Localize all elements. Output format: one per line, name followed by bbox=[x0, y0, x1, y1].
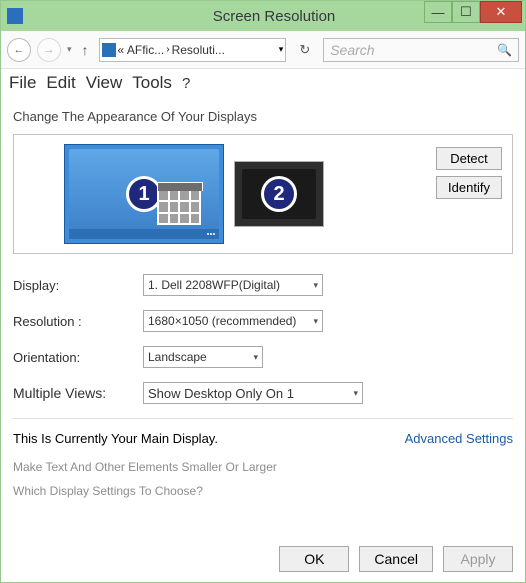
monitor-number-2: 2 bbox=[261, 176, 297, 212]
breadcrumb-current: Resoluti... bbox=[172, 43, 225, 57]
resolution-label: Resolution : bbox=[13, 314, 143, 329]
window: Screen Resolution — ☐ ✕ ← → ▾ ↑ « AFfic.… bbox=[0, 0, 526, 583]
monitor-1[interactable]: 1 bbox=[64, 144, 224, 244]
divider bbox=[13, 418, 513, 419]
search-input[interactable]: Search 🔍 bbox=[323, 38, 519, 62]
monitor-2[interactable]: 2 bbox=[234, 161, 324, 227]
breadcrumb-prefix: « AFfic... bbox=[118, 43, 165, 57]
text-size-link[interactable]: Make Text And Other Elements Smaller Or … bbox=[13, 460, 513, 474]
multiple-views-label: Multiple Views: bbox=[13, 385, 143, 401]
detect-button[interactable]: Detect bbox=[436, 147, 502, 170]
display-select[interactable]: 1. Dell 2208WFP(Digital) ▾ bbox=[143, 274, 323, 296]
titlebar: Screen Resolution — ☐ ✕ bbox=[1, 1, 525, 31]
apply-button[interactable]: Apply bbox=[443, 546, 513, 572]
section-heading: Change The Appearance Of Your Displays bbox=[13, 109, 513, 124]
app-icon bbox=[7, 8, 23, 24]
content-area: Change The Appearance Of Your Displays 1 bbox=[1, 97, 525, 582]
cancel-button[interactable]: Cancel bbox=[359, 546, 433, 572]
menu-file[interactable]: File bbox=[9, 73, 36, 93]
recent-dropdown-icon[interactable]: ▾ bbox=[67, 44, 72, 55]
menu-edit[interactable]: Edit bbox=[46, 73, 75, 93]
menu-help[interactable]: ? bbox=[182, 75, 190, 92]
resolution-value: 1680×1050 (recommended) bbox=[148, 314, 296, 328]
window-thumbnail-icon bbox=[157, 189, 201, 225]
address-dropdown-icon[interactable]: ▾ bbox=[279, 44, 284, 55]
chevron-down-icon: ▾ bbox=[353, 388, 358, 399]
identify-button[interactable]: Identify bbox=[436, 176, 502, 199]
footer-buttons: OK Cancel Apply bbox=[13, 532, 513, 572]
advanced-settings-link[interactable]: Advanced Settings bbox=[405, 431, 513, 446]
which-settings-link[interactable]: Which Display Settings To Choose? bbox=[13, 484, 513, 498]
orientation-value: Landscape bbox=[148, 350, 207, 364]
minimize-button[interactable]: — bbox=[424, 1, 452, 23]
chevron-right-icon: › bbox=[166, 44, 169, 55]
close-button[interactable]: ✕ bbox=[480, 1, 522, 23]
menu-tools[interactable]: Tools bbox=[132, 73, 172, 93]
forward-button[interactable]: → bbox=[37, 38, 61, 62]
display-value: 1. Dell 2208WFP(Digital) bbox=[148, 278, 280, 292]
window-controls: — ☐ ✕ bbox=[424, 1, 522, 23]
back-button[interactable]: ← bbox=[7, 38, 31, 62]
multiple-views-value: Show Desktop Only On 1 bbox=[148, 386, 294, 401]
menu-view[interactable]: View bbox=[86, 73, 123, 93]
main-display-text: This Is Currently Your Main Display. bbox=[13, 431, 218, 446]
settings-form: Display: 1. Dell 2208WFP(Digital) ▾ Reso… bbox=[13, 274, 513, 404]
address-bar[interactable]: « AFfic... › Resoluti... ▾ bbox=[99, 38, 287, 62]
maximize-button[interactable]: ☐ bbox=[452, 1, 480, 23]
refresh-button[interactable]: ↻ bbox=[292, 38, 317, 62]
orientation-label: Orientation: bbox=[13, 350, 143, 365]
toolbar: ← → ▾ ↑ « AFfic... › Resoluti... ▾ ↻ Sea… bbox=[1, 31, 525, 69]
search-placeholder: Search bbox=[330, 42, 374, 58]
up-button[interactable]: ↑ bbox=[78, 42, 93, 58]
chevron-down-icon: ▾ bbox=[313, 280, 318, 291]
additional-links: Make Text And Other Elements Smaller Or … bbox=[13, 460, 513, 498]
display-preview: 1 2 Dete bbox=[13, 134, 513, 254]
location-icon bbox=[102, 43, 116, 57]
display-label: Display: bbox=[13, 278, 143, 293]
ok-button[interactable]: OK bbox=[279, 546, 349, 572]
resolution-select[interactable]: 1680×1050 (recommended) ▾ bbox=[143, 310, 323, 332]
orientation-select[interactable]: Landscape ▾ bbox=[143, 346, 263, 368]
multiple-views-select[interactable]: Show Desktop Only On 1 ▾ bbox=[143, 382, 363, 404]
chevron-down-icon: ▾ bbox=[253, 352, 258, 363]
main-display-row: This Is Currently Your Main Display. Adv… bbox=[13, 431, 513, 446]
chevron-down-icon: ▾ bbox=[313, 316, 318, 327]
search-icon: 🔍 bbox=[497, 43, 512, 57]
menubar: File Edit View Tools ? bbox=[1, 69, 525, 97]
